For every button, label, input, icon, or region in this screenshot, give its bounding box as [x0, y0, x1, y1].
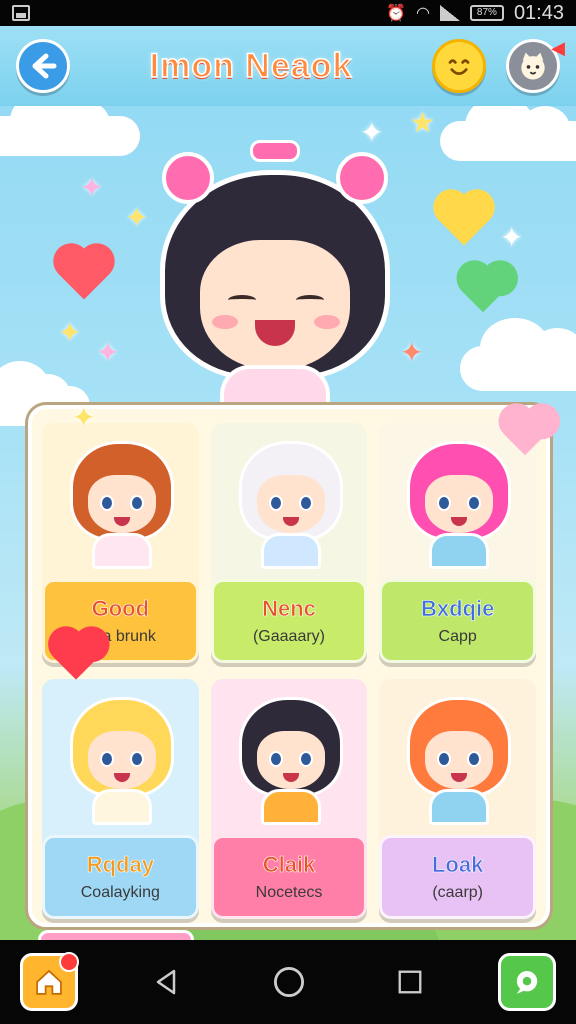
character-card[interactable]: Nenc (Gaaaary) [210, 423, 368, 663]
home-button[interactable] [20, 952, 79, 1011]
character-selection-panel: Good ana brunk Nenc (Gaaaary) Bxdqie Cap… [28, 401, 550, 927]
portrait-body [429, 789, 490, 825]
battery-level: 87% [476, 7, 497, 18]
notification-flag-icon: ◀ [551, 38, 565, 59]
cloud [0, 91, 140, 156]
star-icon: ✦ [96, 336, 120, 369]
character-portrait [399, 433, 519, 573]
star-icon: ✦ [80, 171, 104, 204]
star-icon: ✦ [500, 221, 524, 254]
triangle-back-icon[interactable] [152, 967, 182, 997]
portrait-eye [298, 751, 313, 767]
alarm-icon: ⏰ [386, 5, 406, 22]
main-character[interactable] [150, 140, 400, 415]
battery-icon: 87% [469, 5, 504, 21]
wifi-icon: ◠ [415, 5, 430, 22]
cloud [460, 318, 576, 391]
card-subtitle: (Gaaaary) [252, 628, 325, 645]
image-notification-icon [12, 5, 30, 21]
navigation-bar [0, 940, 576, 1024]
character-grid: Good ana brunk Nenc (Gaaaary) Bxdqie Cap… [42, 423, 536, 919]
portrait-eye [130, 495, 144, 511]
hair-bun [336, 152, 388, 204]
card-title: Rqday [86, 852, 154, 878]
chat-icon [516, 970, 538, 994]
character-portrait [231, 433, 351, 573]
character-blush [212, 315, 238, 329]
character-portrait [399, 689, 519, 829]
heart-icon [58, 248, 110, 300]
star-icon: ✦ [58, 316, 82, 349]
heart-icon [461, 269, 505, 313]
back-button[interactable] [16, 39, 70, 93]
portrait-body [92, 789, 152, 825]
card-title: Bxdqie [420, 596, 495, 622]
card-label-button[interactable]: Nenc (Gaaaary) [210, 579, 368, 663]
portrait-eye [268, 495, 283, 511]
home-icon [36, 969, 62, 995]
character-card[interactable]: Rqday Coalayking [42, 679, 199, 919]
character-blush [314, 315, 340, 329]
portrait-body [260, 789, 321, 825]
card-title: Nenc [262, 596, 316, 622]
card-subtitle: Nocetecs [255, 884, 323, 901]
portrait-body [92, 533, 152, 569]
star-icon: ✦ [400, 336, 424, 369]
star-icon: ✦ [125, 201, 149, 234]
card-title: Claik [262, 852, 316, 878]
card-title: Good [91, 596, 150, 622]
chat-button[interactable] [498, 953, 556, 1011]
hair-bow [250, 140, 300, 162]
hair-bun [162, 152, 214, 204]
pet-button[interactable]: ◀ [506, 38, 565, 93]
card-label-button[interactable]: Bxdqie Capp [379, 579, 536, 663]
square-recents-icon[interactable] [396, 968, 424, 996]
card-subtitle: Capp [438, 628, 477, 645]
character-face [200, 240, 350, 370]
card-title: Loak [431, 852, 484, 878]
smile-button[interactable] [432, 39, 486, 93]
heart-icon [438, 194, 490, 246]
signal-icon [439, 5, 460, 21]
top-bar: Imon Neaok ◀ [0, 26, 576, 106]
character-card[interactable]: Bxdqie Capp [379, 423, 536, 663]
character-eye [228, 295, 256, 305]
status-bar: ⏰ ◠ 87% 01:43 [0, 0, 576, 26]
star-icon: ✦ [72, 401, 96, 434]
character-portrait [231, 689, 351, 829]
character-card[interactable]: Claik Nocetecs [210, 679, 368, 919]
portrait-eye [268, 751, 283, 767]
card-label-button[interactable]: Rqday Coalayking [42, 835, 199, 919]
pet-icon [521, 52, 545, 80]
page-title: Imon Neaok [149, 46, 353, 86]
portrait-eye [100, 751, 114, 767]
portrait-body [260, 533, 321, 569]
header-actions: ◀ [432, 38, 565, 93]
character-portrait [62, 433, 182, 573]
system-buttons [152, 965, 424, 999]
portrait-eye [298, 495, 313, 511]
card-label-button[interactable]: Claik Nocetecs [210, 835, 368, 919]
portrait-body [429, 533, 490, 569]
card-subtitle: Coalayking [80, 884, 160, 901]
star-icon: ★ [410, 106, 436, 139]
portrait-eye [130, 751, 144, 767]
status-left [12, 5, 30, 21]
character-eye [296, 295, 324, 305]
portrait-eye [100, 495, 114, 511]
character-card[interactable]: Loak (caarp) [379, 679, 536, 919]
card-label-button[interactable]: Loak (caarp) [379, 835, 536, 919]
circle-home-icon[interactable] [272, 965, 306, 999]
character-portrait [62, 689, 182, 829]
cloud [440, 96, 576, 161]
back-arrow-icon [32, 53, 57, 79]
status-right: ⏰ ◠ 87% 01:43 [386, 2, 564, 25]
clock: 01:43 [513, 1, 564, 24]
smile-icon [448, 59, 470, 75]
card-subtitle: (caarp) [432, 884, 483, 901]
